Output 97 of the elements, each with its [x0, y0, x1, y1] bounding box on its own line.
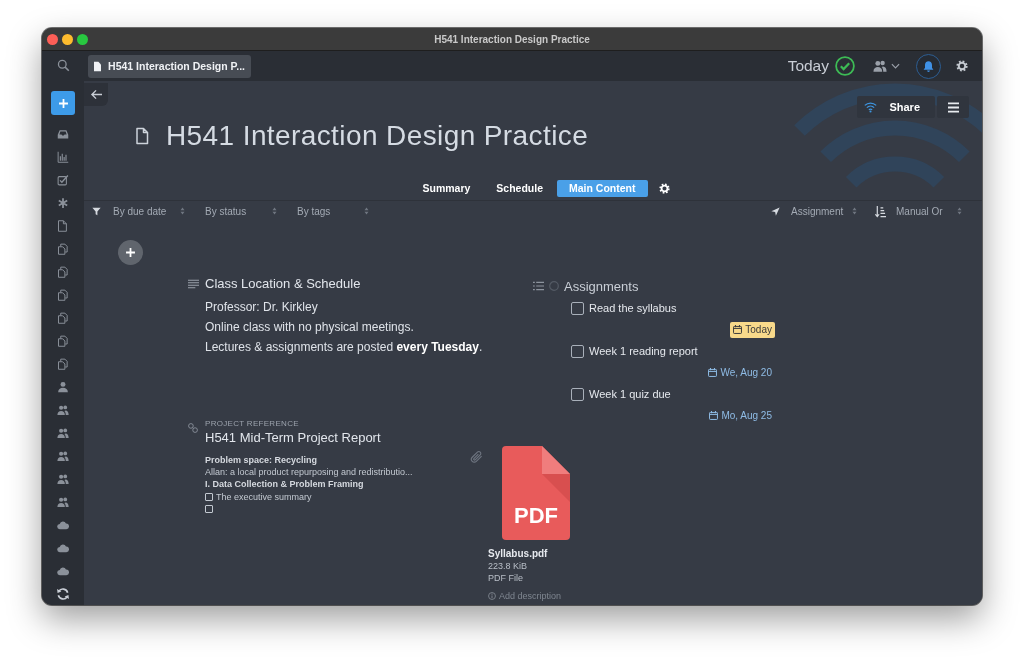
- calendar-icon: [709, 411, 719, 420]
- page-icon[interactable]: [57, 219, 69, 232]
- today-button[interactable]: Today: [787, 57, 829, 75]
- sort-arrows-icon: [957, 207, 962, 215]
- sort-arrows-icon: [852, 207, 857, 215]
- view-tab[interactable]: Summary: [410, 179, 483, 197]
- page-icon: [135, 127, 149, 145]
- people-icon[interactable]: [57, 403, 69, 416]
- calendar-icon: [708, 368, 718, 377]
- checked-box-icon[interactable]: [57, 173, 69, 186]
- share-button[interactable]: Share: [857, 96, 935, 118]
- due-date-button[interactable]: We, Aug 20: [705, 364, 775, 381]
- section-label: PROJECT REFERENCE: [205, 418, 300, 429]
- add-button[interactable]: [51, 91, 75, 116]
- filter-dropdown[interactable]: By tags: [297, 205, 369, 217]
- document-title: H541 Interaction Design Practice: [166, 120, 589, 152]
- people-icon[interactable]: [57, 449, 69, 462]
- list-title: Assignments: [564, 278, 639, 294]
- view-tab[interactable]: Schedule: [484, 179, 555, 197]
- task-text: The executive summary: [216, 490, 312, 503]
- preview-text: Allan: a local product repurposing and redistributio...: [205, 466, 414, 479]
- notifications-button[interactable]: [916, 53, 941, 79]
- chevron-down-icon: [891, 63, 900, 69]
- arrow-left-icon: [89, 89, 103, 100]
- paperclip-icon[interactable]: [470, 450, 483, 463]
- document-tab[interactable]: H541 Interaction Design P...: [88, 54, 251, 78]
- page-icon: [94, 60, 102, 72]
- asterisk-icon[interactable]: [57, 196, 69, 209]
- copies-icon[interactable]: [57, 265, 69, 278]
- people-icon[interactable]: [57, 426, 69, 439]
- ring-icon: [549, 281, 559, 291]
- sort-order-icon: [875, 204, 886, 218]
- preview-heading: Problem space: Recycling: [205, 454, 319, 467]
- plus-icon: [57, 97, 69, 109]
- checkbox[interactable]: [571, 387, 584, 401]
- people-icon[interactable]: [57, 472, 69, 485]
- inbox-icon[interactable]: [57, 127, 69, 140]
- bell-icon: [922, 59, 935, 73]
- people-icon[interactable]: [57, 495, 69, 508]
- copies-icon[interactable]: [57, 311, 69, 324]
- preview-heading: I. Data Collection & Problem Framing: [205, 478, 365, 491]
- task-label: Read the syllabus: [589, 302, 677, 314]
- checkbox[interactable]: [205, 504, 213, 513]
- note-line: Online class with no physical meetings.: [205, 319, 415, 336]
- note-line: Lectures & assignments are posted every Tuesday.: [205, 339, 483, 356]
- add-description-button[interactable]: Add description: [488, 590, 562, 602]
- search-icon[interactable]: [56, 59, 70, 73]
- checkbox[interactable]: [571, 344, 584, 358]
- close-button[interactable]: [47, 33, 58, 45]
- menu-button[interactable]: [937, 96, 969, 118]
- wifi-icon: [864, 101, 878, 113]
- file-type-label: PDF: [513, 504, 559, 528]
- settings-icon[interactable]: [956, 60, 968, 72]
- copies-icon[interactable]: [57, 357, 69, 370]
- people-menu-button[interactable]: [873, 59, 900, 73]
- note-title: Class Location & Schedule: [205, 275, 362, 293]
- file-name: Syllabus.pdf: [488, 548, 549, 560]
- copies-icon[interactable]: [57, 242, 69, 255]
- navigation-arrow-icon: [771, 206, 780, 216]
- filter-dropdown[interactable]: Assignment: [791, 205, 857, 217]
- back-button[interactable]: [84, 83, 108, 106]
- plus-icon: [125, 247, 136, 258]
- checkbox[interactable]: [205, 492, 213, 501]
- calendar-icon: [733, 325, 743, 334]
- sort-arrows-icon: [364, 207, 369, 215]
- task-label: Week 1 quiz due: [589, 388, 671, 400]
- link-icon: [188, 423, 198, 433]
- add-item-button[interactable]: [118, 240, 143, 265]
- window-title: H541 Interaction Design Practice: [434, 33, 590, 45]
- sort-arrows-icon: [272, 207, 277, 215]
- task-label: Week 1 reading report: [589, 345, 698, 357]
- file-type: PDF File: [488, 572, 524, 584]
- file-size: 223.8 KiB: [488, 560, 529, 572]
- filter-dropdown[interactable]: By due date: [113, 205, 185, 217]
- note-line: Professor: Dr. Kirkley: [205, 299, 319, 316]
- filter-dropdown[interactable]: Manual Or: [896, 205, 962, 217]
- filter-icon: [92, 206, 101, 216]
- sort-arrows-icon: [180, 207, 185, 215]
- due-date-button[interactable]: Today: [730, 321, 775, 338]
- list-icon: [533, 281, 544, 291]
- pdf-file-icon[interactable]: [502, 446, 570, 540]
- copies-icon[interactable]: [57, 288, 69, 301]
- sync-icon[interactable]: [56, 586, 70, 601]
- zoom-button[interactable]: [77, 33, 88, 45]
- minimize-button[interactable]: [62, 33, 73, 45]
- bar-chart-icon[interactable]: [57, 150, 69, 163]
- filter-dropdown[interactable]: By status: [205, 205, 277, 217]
- info-icon: [488, 592, 496, 600]
- due-date-button[interactable]: Mo, Aug 25: [706, 407, 775, 424]
- people-icon: [873, 59, 887, 73]
- paragraph-icon: [188, 279, 199, 289]
- person-icon[interactable]: [57, 380, 69, 393]
- checkbox[interactable]: [571, 301, 584, 315]
- check-circle-icon: [835, 56, 855, 76]
- copies-icon[interactable]: [57, 334, 69, 347]
- project-title[interactable]: H541 Mid-Term Project Report: [205, 429, 470, 447]
- menu-icon: [946, 101, 960, 113]
